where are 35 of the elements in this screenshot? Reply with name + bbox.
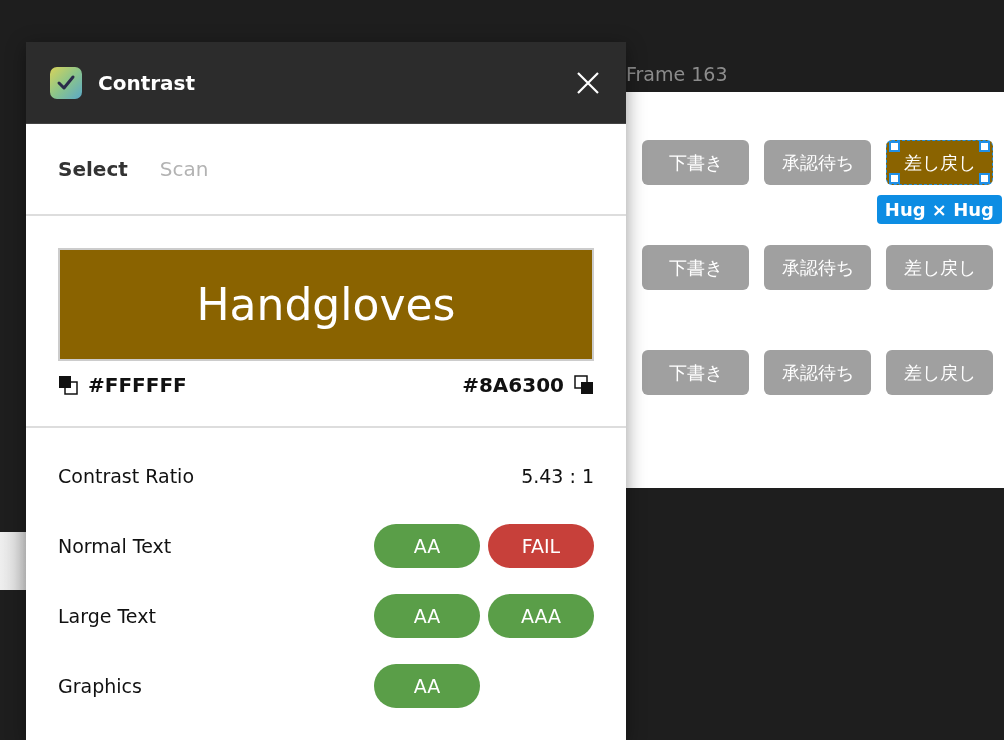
ratio-value: 5.43 : 1 bbox=[521, 465, 594, 487]
status-chip[interactable]: 下書き bbox=[642, 350, 749, 395]
result-badge: AAA bbox=[488, 594, 594, 638]
app-logo-icon bbox=[50, 66, 82, 99]
background-hex: #8A6300 bbox=[462, 373, 564, 397]
foreground-hex: #FFFFFF bbox=[88, 373, 187, 397]
status-chip[interactable]: 承認待ち bbox=[764, 140, 871, 185]
ratio-label: Contrast Ratio bbox=[58, 465, 194, 487]
status-chip[interactable]: 下書き bbox=[642, 140, 749, 185]
status-chip[interactable]: 差し戻し bbox=[886, 140, 993, 185]
status-chip[interactable]: 承認待ち bbox=[764, 350, 871, 395]
overlapping-squares-icon[interactable] bbox=[58, 375, 78, 395]
resize-handle[interactable] bbox=[889, 141, 900, 152]
result-badge: AA bbox=[374, 524, 480, 568]
frame-title[interactable]: Frame 163 bbox=[626, 63, 728, 85]
status-chip[interactable]: 差し戻し bbox=[886, 350, 993, 395]
size-label: Hug × Hug bbox=[876, 195, 1002, 224]
close-button[interactable] bbox=[576, 70, 600, 95]
status-chip[interactable]: 下書き bbox=[642, 245, 749, 290]
tab[interactable]: Select bbox=[58, 157, 128, 181]
status-chip[interactable]: 差し戻し bbox=[886, 245, 993, 290]
resize-handle[interactable] bbox=[979, 141, 990, 152]
result-badge: AA bbox=[374, 664, 480, 708]
tab[interactable]: Scan bbox=[159, 157, 209, 181]
resize-handle[interactable] bbox=[889, 173, 900, 184]
panel-title: Contrast bbox=[98, 70, 197, 95]
overlapping-squares-icon[interactable] bbox=[574, 375, 594, 395]
status-chip[interactable]: 承認待ち bbox=[764, 245, 871, 290]
check-label: Normal Text bbox=[58, 535, 172, 557]
result-badge: FAIL bbox=[488, 524, 594, 568]
contrast-preview: Handgloves bbox=[58, 248, 594, 361]
check-label: Large Text bbox=[58, 605, 156, 627]
check-label: Graphics bbox=[58, 675, 142, 697]
result-badge: AA bbox=[374, 594, 480, 638]
resize-handle[interactable] bbox=[979, 173, 990, 184]
